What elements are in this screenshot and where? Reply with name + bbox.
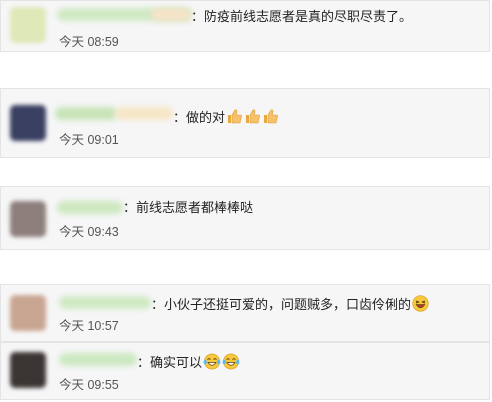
username-blurred[interactable]: [55, 107, 117, 120]
comment-text: ：小伙子还挺可爱的，问题贼多，口齿伶俐的: [151, 295, 429, 316]
comment-text-content: ：确实可以: [137, 355, 203, 370]
comment-card: ：前线志愿者都棒棒哒 今天 09:43: [0, 186, 490, 250]
comment-card: ：防疫前线志愿者是真的尽职尽责了。 今天 08:59: [0, 0, 490, 52]
avatar[interactable]: [10, 105, 46, 141]
comment-time: 今天 09:01: [59, 133, 119, 147]
comment-card: ：小伙子还挺可爱的，问题贼多，口齿伶俐的 今天 10:57: [0, 284, 490, 342]
avatar[interactable]: [10, 295, 46, 331]
username-blurred[interactable]: [57, 201, 123, 214]
comment-time: 今天 09:55: [59, 378, 119, 392]
comment-text: ：防疫前线志愿者是真的尽职尽责了。: [191, 9, 413, 24]
comment-text-content: ：做的对: [173, 110, 226, 125]
username-blurred[interactable]: [59, 353, 137, 366]
comment-card: ：做的对 今天 09:01: [0, 88, 490, 158]
tears-of-joy-face-icon: [222, 353, 240, 374]
comment-time: 今天 10:57: [59, 319, 119, 333]
thumbs-up-icon: [244, 108, 261, 129]
username-blurred[interactable]: [151, 8, 191, 21]
thumbs-up-icon: [262, 108, 279, 129]
tears-of-joy-face-icon: [203, 353, 221, 374]
thumbs-up-icon: [226, 108, 243, 129]
comment-text: ：前线志愿者都棒棒哒: [123, 200, 254, 215]
avatar[interactable]: [10, 352, 46, 388]
username-blurred[interactable]: [115, 107, 173, 120]
comment-time: 今天 09:43: [59, 225, 119, 239]
comment-text: ：做的对: [173, 108, 279, 129]
avatar[interactable]: [10, 201, 46, 237]
comment-text-content: ：小伙子还挺可爱的，问题贼多，口齿伶俐的: [151, 297, 412, 312]
comment-card: ：确实可以 今天 09:55: [0, 342, 490, 400]
username-blurred[interactable]: [59, 296, 151, 309]
laughing-face-icon: [412, 295, 429, 316]
comment-text: ：确实可以: [137, 353, 240, 374]
comment-time: 今天 08:59: [59, 35, 119, 49]
avatar[interactable]: [10, 7, 46, 43]
